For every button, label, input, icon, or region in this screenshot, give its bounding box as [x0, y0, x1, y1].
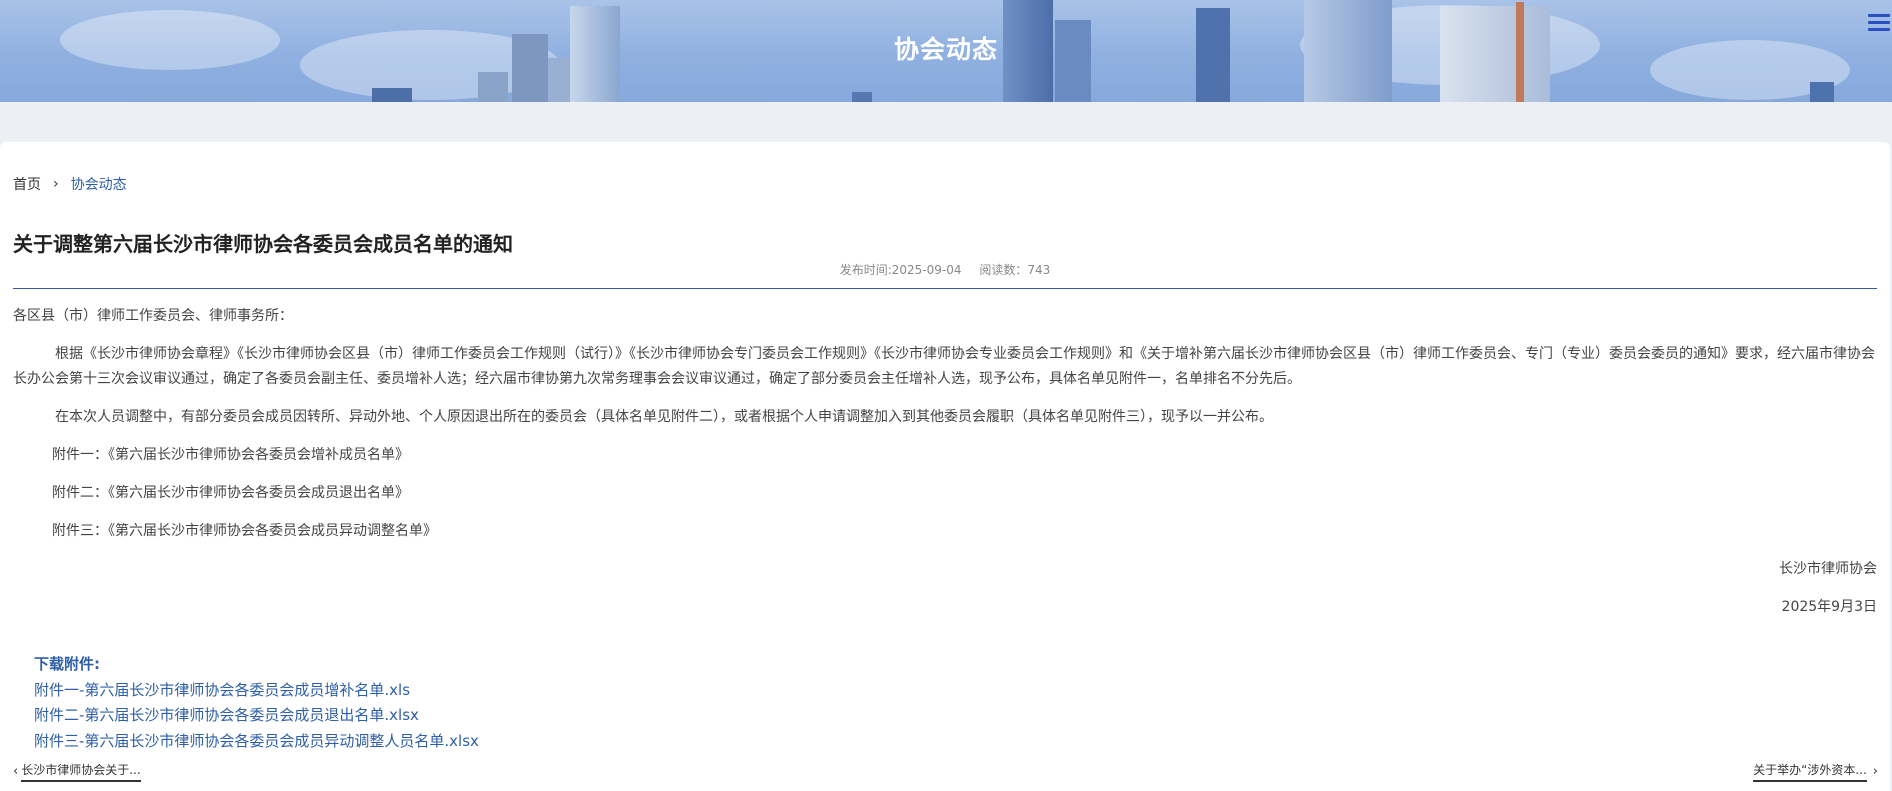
banner-title: 协会动态 [893, 35, 998, 64]
body-paragraph: 根据《长沙市律师协会章程》《长沙市律师协会区县（市）律师工作委员会工作规则（试行… [13, 346, 1875, 387]
banner-building [1810, 82, 1834, 102]
breadcrumb-home-link[interactable]: 首页 [13, 174, 41, 194]
banner-building [372, 88, 412, 102]
body-paragraph: 在本次人员调整中，有部分委员会成员因转所、异动外地、个人原因退出所在的委员会（具… [55, 409, 1273, 425]
article-body: 各区县（市）律师工作委员会、律师事务所： 根据《长沙市律师协会章程》《长沙市律师… [13, 304, 1877, 633]
download-link[interactable]: 附件一-第六届长沙市律师协会各委员会成员增补名单.xls [34, 678, 479, 704]
breadcrumb: 首页 › 协会动态 [13, 174, 127, 194]
download-link[interactable]: 附件二-第六届长沙市律师协会各委员会成员退出名单.xlsx [34, 703, 479, 729]
next-article-title: 关于举办“涉外资本... [1753, 761, 1867, 782]
signature: 长沙市律师协会 [1779, 561, 1877, 577]
prev-article-link[interactable]: ‹ 长沙市律师协会关于... [13, 761, 141, 782]
article-card: 首页 › 协会动态 关于调整第六届长沙市律师协会各委员会成员名单的通知 发布时间… [0, 142, 1890, 791]
attachment-mention: 附件二：《第六届长沙市律师协会各委员会成员退出名单》 [52, 485, 409, 501]
download-link[interactable]: 附件三-第六届长沙市律师协会各委员会成员异动调整人员名单.xlsx [34, 729, 479, 755]
download-label: 下载附件: [34, 655, 100, 673]
title-divider [13, 288, 1877, 289]
chevron-left-icon: ‹ [13, 764, 19, 779]
banner-building [852, 92, 872, 102]
page-banner: 协会动态 [0, 0, 1892, 102]
hamburger-menu-icon[interactable] [1868, 14, 1890, 32]
read-count: 阅读数：743 [979, 263, 1051, 277]
next-article-link[interactable]: 关于举办“涉外资本... › [1753, 761, 1878, 782]
attachment-mention: 附件一：《第六届长沙市律师协会各委员会增补成员名单》 [52, 447, 409, 463]
publish-time: 发布时间:2025-09-04 [839, 263, 962, 277]
prev-article-title: 长沙市律师协会关于... [21, 761, 141, 782]
chevron-right-icon: › [53, 176, 59, 192]
article-title: 关于调整第六届长沙市律师协会各委员会成员名单的通知 [13, 232, 513, 256]
signature-date: 2025年9月3日 [1781, 599, 1877, 615]
breadcrumb-current-link[interactable]: 协会动态 [71, 174, 127, 194]
chevron-right-icon: › [1872, 764, 1878, 779]
download-attachments: 下载附件: 附件一-第六届长沙市律师协会各委员会成员增补名单.xls 附件二-第… [34, 652, 479, 754]
banner-building [478, 72, 508, 102]
attachment-mention: 附件三：《第六届长沙市律师协会各委员会成员异动调整名单》 [52, 523, 437, 539]
salutation: 各区县（市）律师工作委员会、律师事务所： [13, 308, 293, 324]
article-meta: 发布时间:2025-09-04 阅读数：743 [0, 261, 1890, 278]
